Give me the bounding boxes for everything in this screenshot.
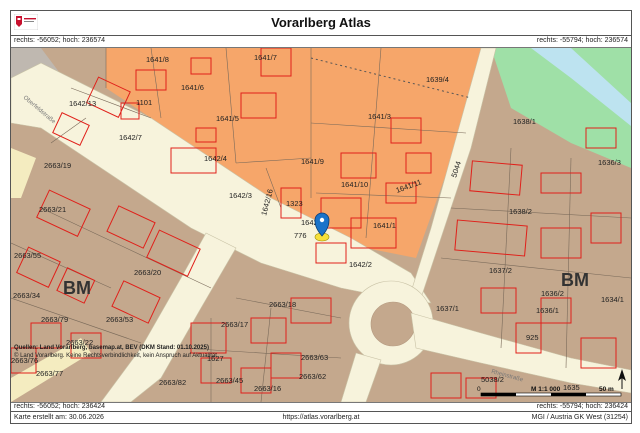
label-925: 925: [526, 333, 539, 342]
label-1101: 1101: [136, 98, 152, 107]
label-1641-10: 1641/10: [341, 180, 368, 189]
sources-line-2: © Land Vorarlberg. Keine Rechtsverbindli…: [14, 353, 217, 359]
label-1635: 1635: [563, 383, 580, 392]
label-2663-45: 2663/45: [216, 376, 243, 385]
scale-ratio: M 1:1 000: [531, 386, 561, 393]
label-2663-21: 2663/21: [39, 205, 66, 214]
label-1641-9: 1641/9: [301, 157, 324, 166]
label-2663-62: 2663/62: [299, 372, 326, 381]
label-1637-1: 1637/1: [436, 304, 459, 313]
label-1323: 1323: [286, 199, 303, 208]
coord-top-left: rechts: -56052; hoch: 236574: [14, 37, 106, 44]
label-1642-4: 1642/4: [204, 154, 227, 163]
label-2663-63: 2663/63: [301, 353, 328, 362]
label-1641-1: 1641/1: [373, 221, 396, 230]
location-pin-icon[interactable]: [314, 212, 330, 242]
label-2663-82: 2663/82: [159, 378, 186, 387]
label-2663-19: 2663/19: [44, 161, 71, 170]
label-1641-7: 1641/7: [254, 53, 277, 62]
label-1642-3: 1642/3: [229, 191, 252, 200]
sources-line-1: Quellen: Land Vorarlberg, basemap.at, BE…: [14, 345, 209, 351]
label-1636-1: 1636/1: [536, 306, 559, 315]
label-2663-55: 2663/55: [14, 251, 41, 260]
label-1641-3: 1641/3: [368, 112, 391, 121]
page-title: Vorarlberg Atlas: [271, 15, 371, 30]
label-1642-13: 1642/13: [69, 99, 96, 108]
label-1642-2: 1642/2: [349, 260, 372, 269]
label-1641-5: 1641/5: [216, 114, 239, 123]
zoning-label-bm-right: BM: [561, 270, 589, 290]
footer-crs: MGI / Austria GK West (31254): [531, 414, 628, 421]
label-2663-20: 2663/20: [134, 268, 161, 277]
label-2663-53: 2663/53: [106, 315, 133, 324]
label-1636-2: 1636/2: [541, 289, 564, 298]
map-frame: Vorarlberg Atlas rechts: -56052; hoch: 2…: [10, 10, 632, 424]
label-1636-3: 1636/3: [598, 158, 621, 167]
label-1637-2: 1637/2: [489, 266, 512, 275]
label-2663-77: 2663/77: [36, 369, 63, 378]
label-2663-16: 2663/16: [254, 384, 281, 393]
zoning-label-bm-left: BM: [63, 278, 91, 298]
label-2663-17: 2663/17: [221, 320, 248, 329]
label-1634-1: 1634/1: [601, 295, 624, 304]
label-1639-4: 1639/4: [426, 75, 449, 84]
scale-end: 50 m: [599, 386, 614, 393]
label-1638-1: 1638/1: [513, 117, 536, 126]
label-2663-18: 2663/18: [269, 300, 296, 309]
scale-start: 0: [477, 386, 481, 393]
label-2663-79: 2663/79: [41, 315, 68, 324]
top-coordinate-bar: rechts: -56052; hoch: 236574 rechts: -55…: [11, 35, 631, 46]
label-1641-8: 1641/8: [146, 55, 169, 64]
label-2663-34: 2663/34: [13, 291, 40, 300]
map-sources: Quellen: Land Vorarlberg, basemap.at, BE…: [14, 344, 217, 360]
label-1638-2: 1638/2: [509, 207, 532, 216]
label-1642-7: 1642/7: [119, 133, 142, 142]
label-776: 776: [294, 231, 307, 240]
coord-top-right: rechts: -55794; hoch: 236574: [536, 37, 628, 44]
footer-bar: Karte erstellt am: 30.06.2026 https://at…: [11, 411, 631, 423]
label-1641-6: 1641/6: [181, 83, 204, 92]
title-bar: Vorarlberg Atlas: [11, 11, 631, 36]
